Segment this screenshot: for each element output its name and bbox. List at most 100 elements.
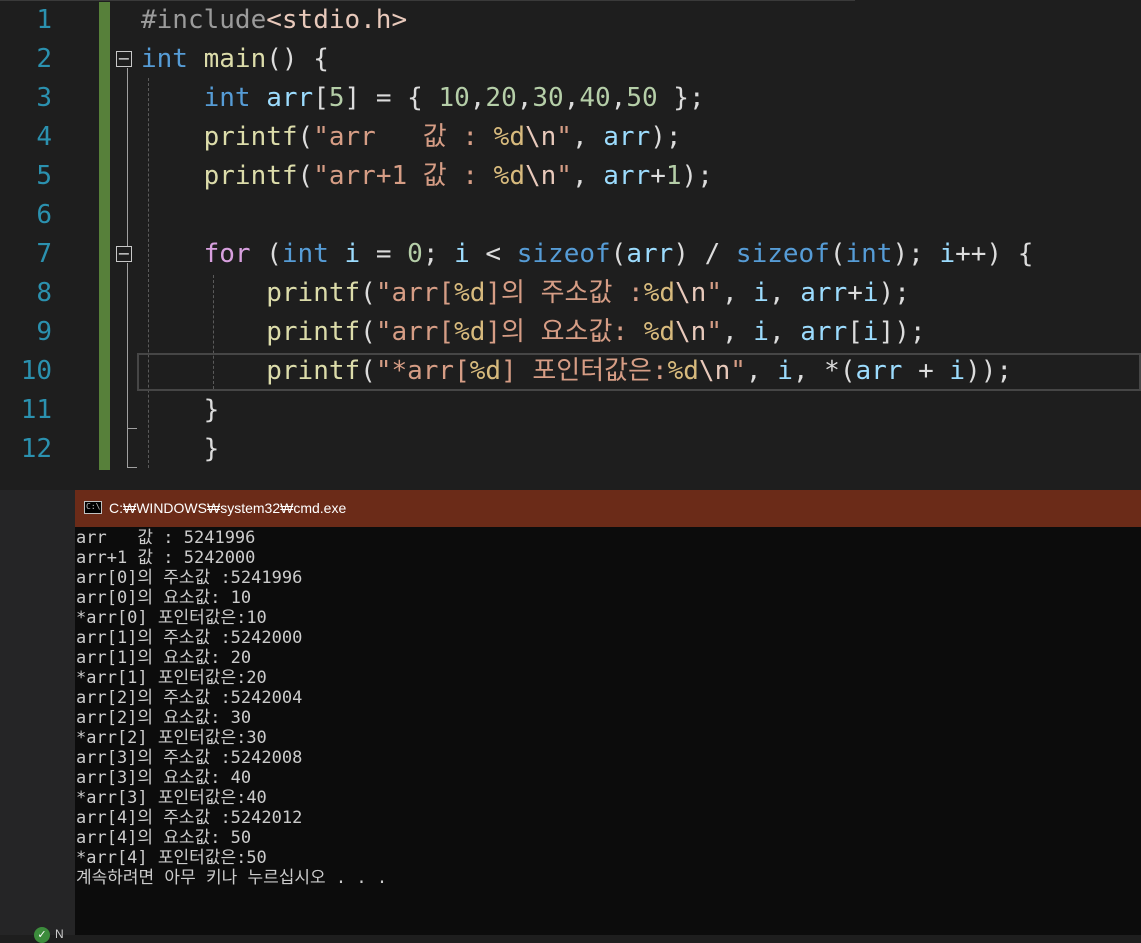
line-number: 7 (36, 239, 52, 269)
code-token: ); (878, 278, 910, 308)
left-panel (0, 490, 75, 935)
cmd-window-title: C:₩WINDOWS₩system32₩cmd.exe (109, 500, 347, 516)
console-line: arr[0]의 요소값: 10 (76, 588, 252, 608)
code-token: 40 (579, 83, 611, 113)
line-number: 6 (36, 200, 52, 230)
code-token: "arr[ (375, 278, 455, 308)
console-line: arr[2]의 요소값: 30 (76, 708, 252, 728)
code-line[interactable]: } (141, 430, 220, 469)
console-output: arr 값 : 5241996 arr+1 값 : 5242000 arr[0]의 … (76, 528, 1136, 888)
console-line: *arr[0] 포인터값은:10 (76, 608, 267, 628)
line-number: 10 (20, 356, 52, 386)
console-line: arr[0]의 주소값 :5241996 (76, 568, 303, 588)
fold-region-end (127, 467, 137, 468)
code-token: %d (493, 161, 525, 191)
code-token: \n (675, 317, 707, 347)
cmd-window[interactable]: C:\ C:₩WINDOWS₩system32₩cmd.exe arr 값 : … (75, 490, 1141, 935)
code-token: , (563, 83, 580, 113)
code-token: arr (626, 239, 674, 269)
console-line: arr 값 : 5241996 (76, 528, 256, 548)
code-line[interactable]: int arr[5] = { 10,20,30,40,50 }; (141, 79, 705, 118)
code-line[interactable]: printf("arr[%d]의 주소값 :%d\n", i, arr+i); (141, 274, 910, 313)
console-line: *arr[1] 포인터값은:20 (76, 668, 267, 688)
code-line[interactable]: printf("arr 값 : %d\n", arr); (141, 118, 682, 157)
code-token: %d (643, 317, 676, 347)
fold-collapse-icon[interactable]: − (116, 51, 132, 67)
code-line[interactable]: printf("arr[%d]의 요소값: %d\n", i, arr[i]); (141, 313, 925, 352)
code-token: i (344, 239, 361, 269)
fold-region-line (127, 68, 128, 246)
code-token: ( (297, 122, 314, 152)
line-number: 12 (20, 434, 52, 464)
fold-collapse-icon[interactable]: − (116, 246, 132, 262)
code-token: " (556, 161, 572, 191)
code-token: 0 (407, 239, 423, 269)
code-token: sizeof (516, 239, 611, 269)
code-token: arr (603, 161, 651, 191)
code-token: i (949, 356, 966, 386)
code-token: ( (610, 239, 627, 269)
code-token: arr (855, 356, 903, 386)
code-token: printf (266, 356, 361, 386)
console-line: arr[2]의 주소값 :5242004 (76, 688, 303, 708)
code-token: , (571, 161, 604, 191)
code-token: %d (493, 122, 525, 152)
code-token: , (721, 317, 754, 347)
code-token: [ (313, 83, 329, 113)
code-line[interactable]: for (int i = 0; i < sizeof(arr) / sizeof… (141, 235, 1034, 274)
code-token: i (454, 239, 470, 269)
code-token: i (753, 317, 769, 347)
code-line[interactable]: printf("*arr[%d] 포인터값은:%d\n", i, *(arr +… (141, 352, 1012, 391)
code-token: \n (524, 122, 557, 152)
console-line: 계속하려면 아무 키나 누르십시오 . . . (76, 868, 388, 888)
code-token: "arr+1 값 : (313, 161, 494, 191)
console-line: arr+1 값 : 5242000 (76, 548, 256, 568)
console-line: arr[3]의 주소값 :5242008 (76, 748, 303, 768)
code-token: < (469, 239, 517, 269)
code-line[interactable]: printf("arr+1 값 : %d\n", arr+1); (141, 157, 713, 196)
console-line: arr[4]의 요소값: 50 (76, 828, 252, 848)
code-token: %d (643, 278, 676, 308)
code-token: , (768, 317, 801, 347)
check-circle-icon: ✓ (34, 927, 50, 943)
code-token: arr (266, 83, 314, 113)
code-token: sizeof (735, 239, 830, 269)
code-token: }; (657, 83, 705, 113)
code-token: , (516, 83, 533, 113)
line-number: 2 (36, 44, 52, 74)
status-text: N (55, 927, 64, 941)
code-token: ); (681, 161, 713, 191)
code-token: 30 (532, 83, 564, 113)
code-token: ); (892, 239, 940, 269)
console-line: arr[4]의 주소값 :5242012 (76, 808, 303, 828)
cmd-title-bar[interactable]: C:\ C:₩WINDOWS₩system32₩cmd.exe (75, 490, 1141, 527)
code-token: 50 (626, 83, 658, 113)
code-token: arr (603, 122, 651, 152)
code-line[interactable]: } (141, 391, 220, 430)
code-token: #include (141, 5, 267, 35)
code-line[interactable]: int main() { (141, 40, 329, 79)
code-token: [ (847, 317, 863, 347)
code-token: ); (650, 122, 682, 152)
code-token: \n (675, 278, 707, 308)
code-token: main (203, 44, 267, 74)
code-token: () { (266, 44, 329, 74)
code-token: ( (297, 161, 314, 191)
code-token: %d (454, 317, 486, 347)
editor-top-border (0, 0, 855, 1)
code-token: ( (360, 278, 376, 308)
line-number: 1 (36, 5, 52, 35)
console-line: *arr[2] 포인터값은:30 (76, 728, 267, 748)
code-token: "arr[ (375, 317, 455, 347)
code-editor[interactable]: 1 2 3 4 5 6 7 8 9 10 11 12 − − #include<stdio.h> int… (0, 0, 1141, 490)
code-line[interactable]: #include<stdio.h> (141, 1, 407, 40)
code-token: i (939, 239, 956, 269)
code-token: i (777, 356, 793, 386)
code-token: " (556, 122, 572, 152)
